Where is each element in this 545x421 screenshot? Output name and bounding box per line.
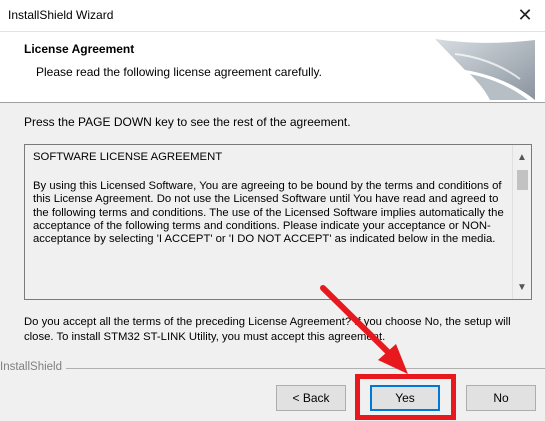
annotation-arrow-icon [320, 285, 408, 374]
